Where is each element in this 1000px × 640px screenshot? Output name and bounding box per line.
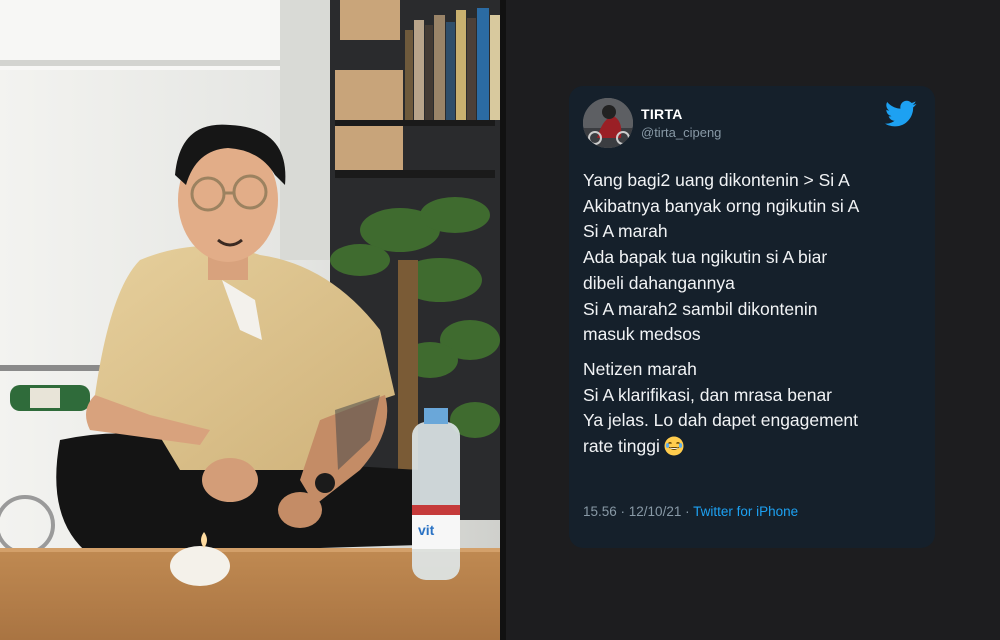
tweet-text: Yang bagi2 uang dikontenin > Si A Akibat… <box>583 168 923 469</box>
portrait-photo: vit <box>0 0 500 640</box>
tweet-line: Si A klarifikasi, dan mrasa benar <box>583 384 833 405</box>
tweet-line: rate tinggi <box>583 436 660 457</box>
tweet-line: Ya jelas. Lo dah dapet engagement <box>583 410 859 431</box>
tweet-line: Si A marah <box>583 221 668 242</box>
laughing-emoji-icon <box>664 436 684 456</box>
tweet-card[interactable]: TIRTA @tirta_cipeng Yang bagi2 uang diko… <box>569 86 935 548</box>
twitter-bird-icon[interactable] <box>885 100 917 128</box>
avatar[interactable] <box>583 98 633 148</box>
bottle-label: vit <box>418 522 435 538</box>
photo-panel: vit <box>0 0 500 640</box>
tweet-paragraph-1: Yang bagi2 uang dikontenin > Si A Akibat… <box>583 168 923 348</box>
tweet-line: Netizen marah <box>583 358 697 379</box>
tweet-line: Ada bapak tua ngikutin si A biar <box>583 247 828 268</box>
author-name[interactable]: TIRTA <box>641 106 683 122</box>
tweet-line-with-emoji: rate tinggi <box>583 434 923 460</box>
tweet-line: Akibatnya banyak orng ngikutin si A <box>583 195 860 216</box>
tweet-line: masuk medsos <box>583 324 701 345</box>
tweet-source-link[interactable]: Twitter for iPhone <box>693 504 798 519</box>
tweet-line: dibeli dahangannya <box>583 272 735 293</box>
tweet-meta: 15.56 · 12/10/21 · Twitter for iPhone <box>583 504 798 519</box>
tweet-line: Si A marah2 sambil dikontenin <box>583 298 818 319</box>
avatar-image <box>583 98 633 148</box>
tweet-panel: TIRTA @tirta_cipeng Yang bagi2 uang diko… <box>506 0 1000 640</box>
author-handle[interactable]: @tirta_cipeng <box>641 125 721 140</box>
tweet-line: Yang bagi2 uang dikontenin > Si A <box>583 170 850 190</box>
tweet-paragraph-2: Netizen marah Si A klarifikasi, dan mras… <box>583 357 923 460</box>
tweet-timestamp[interactable]: 15.56 · 12/10/21 · <box>583 504 693 519</box>
